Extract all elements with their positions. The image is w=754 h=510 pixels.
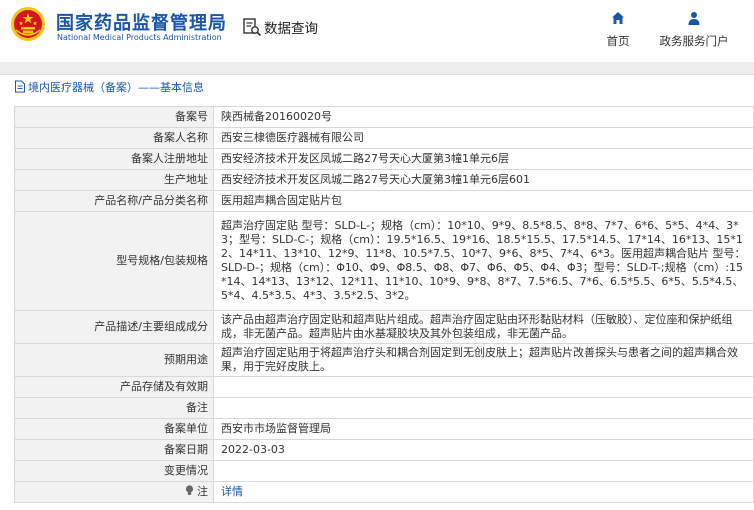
field-label: 备注 [14, 397, 214, 419]
header-separator [0, 62, 754, 74]
field-value [213, 460, 754, 482]
field-value: 超声治疗固定贴 型号：SLD-L-；规格（cm）：10*10、9*9、8.5*8… [213, 211, 754, 311]
field-label: 备案人名称 [14, 127, 214, 149]
site-header: 国家药品监督管理局 National Medical Products Admi… [0, 0, 754, 62]
table-row: 备案单位 西安市市场监督管理局 [14, 418, 754, 440]
table-row: 备案号 陕西械备20160020号 [14, 106, 754, 128]
field-label: 备案单位 [14, 418, 214, 440]
table-row: 备案人名称 西安三棣德医疗器械有限公司 [14, 127, 754, 149]
table-row: 备案日期 2022-03-03 [14, 439, 754, 461]
national-emblem-icon[interactable] [10, 6, 46, 42]
field-label: 生产地址 [14, 169, 214, 191]
nav-home[interactable]: 首页 [578, 10, 658, 49]
field-label: 变更情况 [14, 460, 214, 482]
table-row: 预期用途 超声治疗固定贴用于将超声治疗头和耦合剂固定到无创皮肤上；超声贴片改善探… [14, 343, 754, 377]
field-value: 西安三棣德医疗器械有限公司 [213, 127, 754, 149]
field-value [213, 376, 754, 398]
site-name-en: National Medical Products Administration [57, 33, 222, 42]
nav-gov-portal[interactable]: 政务服务门户 [654, 10, 734, 49]
table-row: 产品存储及有效期 [14, 376, 754, 398]
home-icon [612, 12, 624, 24]
field-label: 产品描述/主要组成成分 [14, 310, 214, 344]
note-label: 注 [197, 485, 208, 498]
table-row: 备案人注册地址 西安经济技术开发区凤城二路27号天心大厦第3幢1单元6层 [14, 148, 754, 170]
field-label: 备案人注册地址 [14, 148, 214, 170]
table-row: 生产地址 西安经济技术开发区凤城二路27号天心大厦第3幢1单元6层601 [14, 169, 754, 191]
table-row: 变更情况 [14, 460, 754, 482]
field-label: 产品存储及有效期 [14, 376, 214, 398]
note-value-cell: 详情 [213, 481, 754, 503]
note-label-cell: 注 [14, 481, 214, 503]
table-row: 备注 [14, 397, 754, 419]
field-label: 预期用途 [14, 343, 214, 377]
field-label: 产品名称/产品分类名称 [14, 190, 214, 212]
field-value: 西安经济技术开发区凤城二路27号天心大厦第3幢1单元6层601 [213, 169, 754, 191]
field-value [213, 397, 754, 419]
breadcrumb-text[interactable]: 境内医疗器械（备案）——基本信息 [28, 79, 204, 95]
lightbulb-icon [185, 485, 194, 495]
field-value: 该产品由超声治疗固定贴和超声贴片组成。超声治疗固定贴由环形黏贴材料（压敏胶）、定… [213, 310, 754, 344]
field-label: 型号规格/包装规格 [14, 211, 214, 311]
site-name-cn[interactable]: 国家药品监督管理局 [56, 9, 227, 35]
document-search-icon [243, 18, 262, 37]
page-title: 数据查询 [242, 16, 318, 38]
record-table: 备案号 陕西械备20160020号 备案人名称 西安三棣德医疗器械有限公司 备案… [14, 106, 754, 503]
table-row: 产品描述/主要组成成分 该产品由超声治疗固定贴和超声贴片组成。超声治疗固定贴由环… [14, 310, 754, 344]
field-value: 陕西械备20160020号 [213, 106, 754, 128]
field-label: 备案号 [14, 106, 214, 128]
table-row: 型号规格/包装规格 超声治疗固定贴 型号：SLD-L-；规格（cm）：10*10… [14, 211, 754, 311]
field-value: 2022-03-03 [213, 439, 754, 461]
nav-home-label: 首页 [606, 34, 630, 48]
table-row: 产品名称/产品分类名称 医用超声耦合固定贴片包 [14, 190, 754, 212]
breadcrumb: 境内医疗器械（备案）——基本信息 [0, 74, 754, 98]
nav-gov-label: 政务服务门户 [659, 34, 729, 48]
field-label: 备案日期 [14, 439, 214, 461]
table-row: 注 详情 [14, 481, 754, 503]
field-value: 西安市市场监督管理局 [213, 418, 754, 440]
field-value: 西安经济技术开发区凤城二路27号天心大厦第3幢1单元6层 [213, 148, 754, 170]
details-link[interactable]: 详情 [221, 485, 243, 498]
field-value: 医用超声耦合固定贴片包 [213, 190, 754, 212]
page-title-text: 数据查询 [264, 21, 318, 37]
document-icon [15, 80, 25, 93]
person-icon [688, 12, 700, 25]
field-value: 超声治疗固定贴用于将超声治疗头和耦合剂固定到无创皮肤上；超声贴片改善探头与患者之… [213, 343, 754, 377]
record-detail: 备案号 陕西械备20160020号 备案人名称 西安三棣德医疗器械有限公司 备案… [14, 106, 754, 503]
